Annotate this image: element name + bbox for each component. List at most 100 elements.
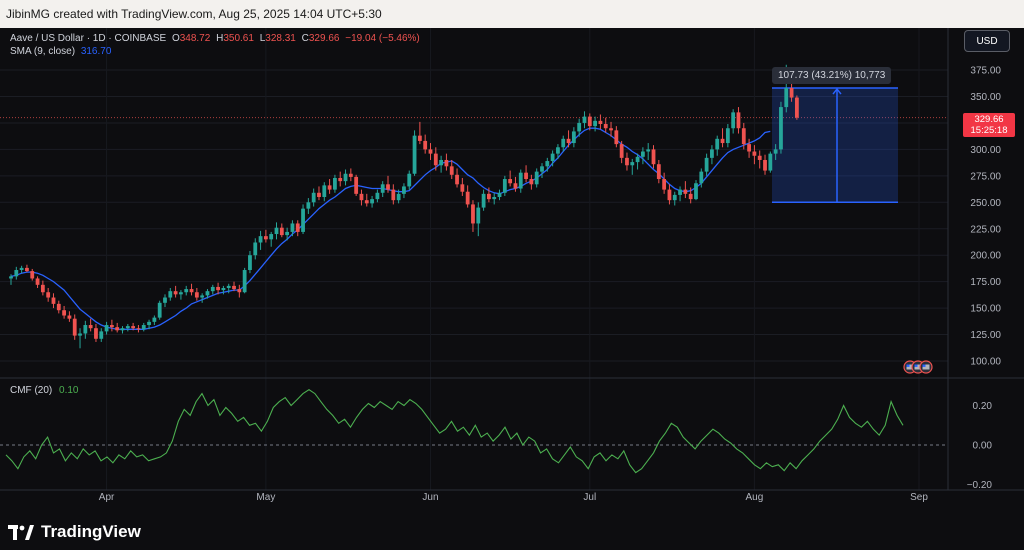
candle-body	[524, 172, 528, 180]
candle-body	[789, 88, 794, 98]
candle-body	[439, 159, 444, 166]
candle-body	[433, 153, 438, 166]
candle-body	[678, 189, 682, 195]
candle-body	[14, 270, 19, 277]
candle-body	[502, 179, 507, 193]
y-tick-label: 250.00	[970, 198, 1001, 209]
candle-body	[46, 292, 51, 298]
candle-body	[311, 192, 316, 203]
candle-body	[232, 285, 236, 290]
candle-body	[19, 267, 24, 271]
candle-body	[784, 88, 789, 108]
candle-body	[656, 164, 661, 180]
candle-body	[152, 317, 157, 322]
y-tick-label: 375.00	[970, 66, 1001, 77]
candle-body	[391, 189, 396, 201]
candle-body	[173, 291, 178, 295]
y-tick-label: 125.00	[970, 330, 1001, 341]
candle-body	[184, 289, 189, 293]
candle-body	[460, 184, 465, 192]
y-tick-label: 275.00	[970, 171, 1001, 182]
candle-body	[757, 155, 762, 160]
event-markers[interactable]	[903, 360, 933, 374]
price-chart[interactable]: 375.00350.00325.00300.00275.00250.00225.…	[0, 28, 1024, 518]
y-tick-label: 175.00	[970, 277, 1001, 288]
candle-body	[35, 278, 40, 285]
cmf-legend: CMF (20) 0.10	[10, 385, 78, 396]
symbol-label: Aave / US Dollar · 1D · COINBASE	[10, 33, 167, 44]
tradingview-logo-icon	[8, 524, 34, 540]
candle-body	[481, 193, 486, 208]
candle-body	[51, 297, 56, 304]
last-price-tag: 329.66 15:25:18	[963, 113, 1015, 137]
candle-body	[67, 315, 72, 319]
candle-body	[518, 172, 523, 189]
candle-body	[210, 286, 215, 292]
candle-body	[688, 193, 693, 200]
ohlc-legend: Aave / US Dollar · 1D · COINBASE O348.72…	[10, 33, 423, 44]
attribution-bar: JibinMG created with TradingView.com, Au…	[0, 0, 1024, 28]
x-tick-label: Sep	[910, 492, 928, 503]
cmf-value: 0.10	[59, 385, 79, 396]
candle-body	[667, 189, 672, 201]
candle-body	[253, 242, 258, 256]
candle-body	[455, 174, 459, 185]
cmf-tick-label: 0.00	[973, 441, 993, 452]
candle-body	[571, 131, 576, 144]
cmf-tick-label: 0.20	[973, 401, 993, 412]
event-flag-canton	[906, 364, 910, 367]
candle-body	[348, 173, 353, 177]
candle-body	[168, 291, 173, 298]
measure-label: 107.73 (43.21%) 10,773	[772, 67, 892, 84]
y-tick-label: 225.00	[970, 224, 1001, 235]
currency-button[interactable]: USD	[964, 30, 1010, 52]
candle-body	[566, 138, 571, 144]
candle-body	[423, 140, 428, 150]
candle-body	[561, 138, 566, 148]
candle-body	[747, 144, 751, 152]
candle-body	[529, 179, 534, 185]
candle-body	[359, 193, 364, 201]
candle-body	[492, 197, 497, 200]
candle-body	[157, 302, 162, 318]
change-value: −19.04 (−5.46%)	[345, 33, 420, 44]
open-value: 348.72	[179, 33, 211, 44]
candle-body	[279, 227, 284, 236]
candle-body	[88, 325, 93, 329]
candle-body	[768, 153, 773, 171]
candle-body	[115, 327, 120, 331]
x-tick-label: Apr	[99, 492, 115, 503]
candle-body	[763, 159, 767, 171]
candle-body	[386, 184, 390, 190]
candle-body	[779, 107, 783, 150]
candle-body	[593, 120, 597, 127]
measure-box	[772, 88, 898, 203]
candle-body	[396, 193, 401, 201]
candle-body	[683, 189, 688, 194]
candle-body	[226, 285, 231, 288]
tradingview-brand[interactable]: TradingView	[8, 521, 141, 543]
candle-body	[9, 276, 13, 279]
x-tick-label: Jul	[583, 492, 596, 503]
candle-body	[773, 149, 778, 154]
candle-body	[497, 192, 502, 198]
candle-body	[72, 318, 77, 336]
candle-body	[375, 192, 380, 200]
candle-body	[242, 270, 247, 293]
candle-body	[179, 292, 183, 295]
candle-body	[322, 185, 327, 198]
candle-body	[465, 191, 470, 205]
candle-body	[609, 128, 613, 131]
candle-body	[587, 116, 592, 127]
cmf-tick-label: −0.20	[967, 480, 993, 491]
measure-tool[interactable]	[772, 87, 898, 204]
candle-body	[317, 192, 321, 198]
candle-body	[163, 297, 167, 303]
candle-body	[449, 166, 454, 175]
event-flag-canton	[914, 364, 918, 367]
candle-body	[540, 166, 544, 172]
candle-body	[662, 179, 667, 190]
candle-body	[380, 184, 385, 193]
sma-value: 316.70	[80, 46, 112, 57]
candle-body	[630, 162, 635, 166]
